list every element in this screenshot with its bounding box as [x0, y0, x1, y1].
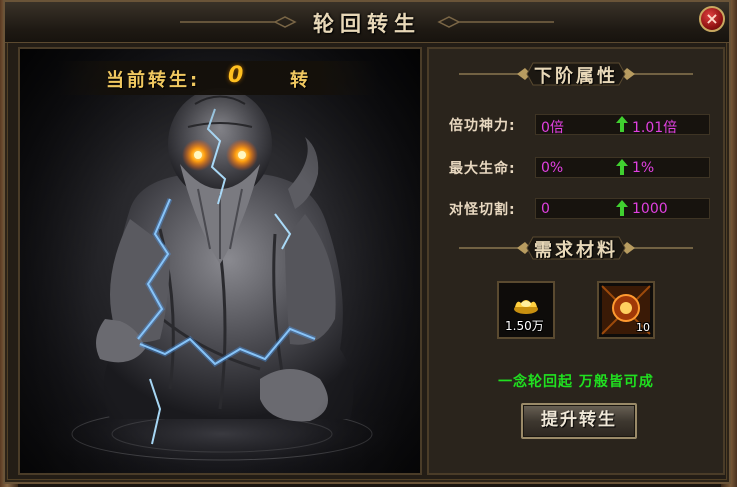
current-rebirth-bar: 当前转生: 0 转 [58, 61, 378, 95]
attr-value-box: 0倍 1.01倍 [535, 114, 710, 136]
slogan-text: 一念轮回起 万般皆可成 [498, 374, 654, 390]
attr-label: 倍功神力: [449, 118, 516, 134]
titlebar[interactable]: 轮回转生 × [5, 2, 729, 43]
attr-current-value: 0% [541, 160, 564, 176]
window-title: 轮回转生 [313, 12, 421, 36]
materials-title: 需求材料 [534, 240, 618, 261]
info-panel: 下阶属性 倍功神力: 0倍 1.01倍 最大生命: 0% 1% 对怪切割: 0 … [427, 47, 725, 475]
upgrade-rebirth-button[interactable]: 提升转生 [521, 403, 637, 439]
attr-current-value: 0 [541, 201, 550, 217]
up-arrow-icon [616, 200, 628, 216]
character-panel: 当前转生: 0 转 [18, 47, 422, 475]
attr-value-box: 0% 1% [535, 157, 710, 178]
up-arrow-icon [616, 116, 628, 132]
attr-next-value: 1000 [632, 201, 668, 217]
next-attributes-header: 下阶属性 [429, 59, 723, 89]
attr-next-value: 1.01倍 [632, 120, 678, 136]
materials-header: 需求材料 [429, 233, 723, 263]
next-attributes-title: 下阶属性 [534, 66, 618, 87]
rebirth-window: 轮回转生 × 当前转生: 0 转 下阶属性 倍功神力: 0倍 1.01倍 最大生… [3, 0, 731, 484]
close-button[interactable]: × [699, 6, 725, 32]
attr-value-box: 0 1000 [535, 198, 710, 219]
attr-row: 最大生命: 0% 1% [449, 157, 714, 179]
current-rebirth-label: 当前转生: [106, 70, 201, 91]
title-ornament-right-icon [437, 16, 554, 28]
current-rebirth-value: 0 [228, 63, 244, 88]
panel-vignette [20, 49, 420, 473]
attr-label: 最大生命: [449, 161, 516, 177]
attr-row: 对怪切割: 0 1000 [449, 198, 714, 220]
material-count: 10 [636, 321, 650, 334]
attr-label: 对怪切割: [449, 202, 516, 218]
attr-next-value: 1% [632, 160, 655, 176]
material-slot-orb[interactable]: 10 [597, 281, 655, 339]
attr-current-value: 0倍 [541, 120, 564, 136]
material-count: 1.50万 [505, 319, 544, 333]
current-rebirth-unit: 转 [290, 70, 308, 91]
material-slot-gold[interactable]: 1.50万 [497, 281, 555, 339]
attr-row: 倍功神力: 0倍 1.01倍 [449, 114, 714, 136]
up-arrow-icon [616, 159, 628, 175]
